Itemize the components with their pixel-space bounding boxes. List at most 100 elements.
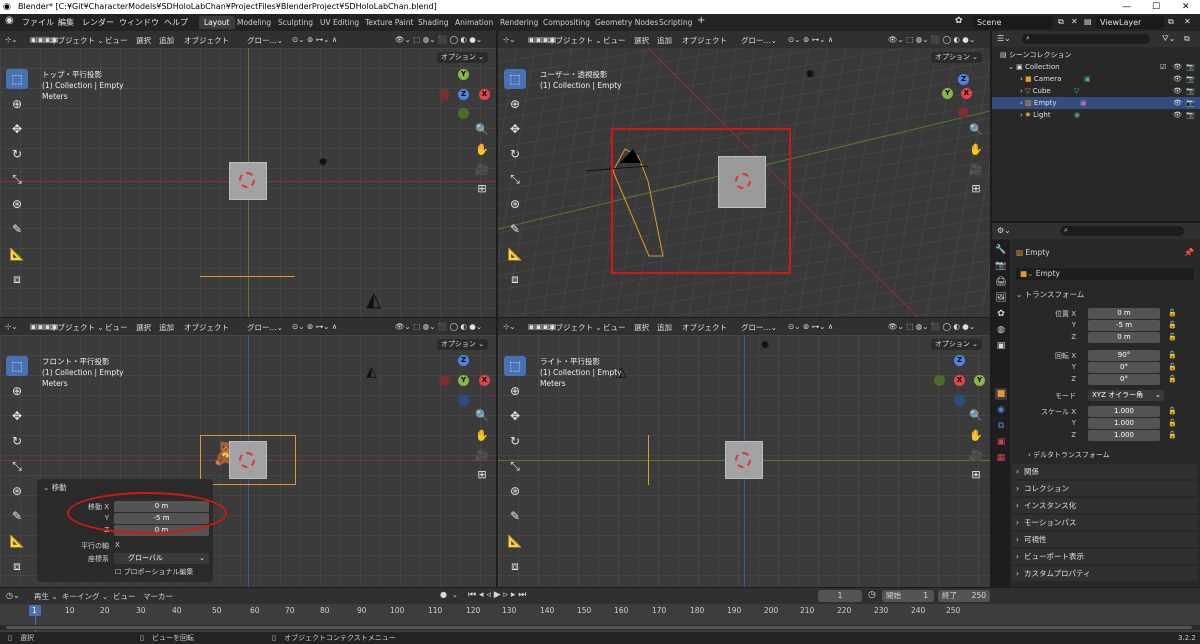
- mode-dropdown[interactable]: オブジェクト ⌄: [50, 35, 104, 46]
- camera-view-icon[interactable]: 🎥: [966, 446, 986, 466]
- scale-tool-icon[interactable]: ⤡: [6, 169, 28, 189]
- panel-custom-properties[interactable]: カスタムプロパティ: [1012, 566, 1198, 581]
- measure-tool-icon[interactable]: 📐: [504, 531, 526, 551]
- lock-icon[interactable]: 🔓: [1168, 419, 1177, 427]
- outliner-scene-collection[interactable]: ▤ シーンコレクション: [992, 49, 1200, 61]
- camera-view-icon[interactable]: 🎥: [472, 160, 492, 180]
- lock-icon[interactable]: 🔓: [1168, 321, 1177, 329]
- viewport-bottom-right[interactable]: ⊹⌄ ▣▣▣▣ オブジェクト ⌄ ビュー 選択 追加 オブジェクト グロー...…: [498, 318, 990, 587]
- menu-keying[interactable]: キーイング ⌄: [62, 591, 108, 602]
- tab-shading[interactable]: Shading: [413, 16, 453, 29]
- viewport-top-left[interactable]: ⊹⌄ ▣▣▣▣ オブジェクト ⌄ ビュー 選択 追加 オブジェクト グロー...…: [0, 31, 496, 317]
- menu-view[interactable]: ビュー: [113, 591, 136, 602]
- constraints-tab-icon[interactable]: ⧉: [995, 420, 1007, 432]
- transform-panel-header[interactable]: ⌄ トランスフォーム: [1016, 289, 1084, 300]
- rotate-tool-icon[interactable]: ↻: [504, 431, 526, 451]
- gizmo-x-axis[interactable]: X: [479, 375, 490, 386]
- lock-icon[interactable]: 🔓: [1168, 363, 1177, 371]
- shading-icons[interactable]: 👁⌄ ⬚ ◍⌄ ⬛ ◯ ◐ ●⌄: [395, 35, 482, 44]
- checkbox-icon[interactable]: ☑: [1160, 61, 1166, 73]
- camera-render-icon[interactable]: 📷: [1186, 109, 1195, 121]
- panel-viewport-display[interactable]: ビューポート表示: [1012, 549, 1198, 564]
- outliner-search-input[interactable]: ⌕: [1022, 34, 1150, 44]
- panel-instancing[interactable]: インスタンス化: [1012, 498, 1198, 513]
- transform-tool-icon[interactable]: ⊛: [6, 194, 28, 214]
- current-frame-field[interactable]: 1: [818, 590, 862, 602]
- menu-select[interactable]: 選択: [634, 322, 649, 333]
- measure-tool-icon[interactable]: 📐: [504, 244, 526, 264]
- camera-view-icon[interactable]: 🎥: [472, 446, 492, 466]
- rotation-mode-dropdown[interactable]: XYZ オイラー角 ⌄: [1088, 390, 1164, 401]
- maximize-icon[interactable]: ☐: [1152, 0, 1160, 14]
- menu-playback[interactable]: 再生 ⌄: [34, 591, 58, 602]
- output-tab-icon[interactable]: 🖨: [995, 276, 1007, 288]
- playback-controls-icons[interactable]: ⏮ ◂ ◃ ▶ ▹ ▸ ⏭: [468, 590, 526, 600]
- gizmo-neg-x[interactable]: [439, 89, 450, 100]
- menu-add[interactable]: 追加: [159, 322, 174, 333]
- panel-motion-paths[interactable]: モーションパス: [1012, 515, 1198, 530]
- viewlayer-selector[interactable]: ViewLayer: [1096, 16, 1164, 29]
- scale-tool-icon[interactable]: ⤡: [504, 456, 526, 476]
- properties-search-input[interactable]: ⌕: [1060, 226, 1184, 236]
- delta-transform-subpanel[interactable]: › デルタトランスフォーム: [1028, 450, 1110, 460]
- move-tool-icon[interactable]: ✥: [504, 119, 526, 139]
- zoom-icon[interactable]: 🔍: [966, 406, 986, 426]
- mode-dropdown[interactable]: オブジェクト ⌄: [548, 322, 602, 333]
- select-box-tool-icon[interactable]: ⬚: [6, 356, 28, 376]
- light-object-icon[interactable]: ✹: [318, 155, 328, 169]
- tab-compositing[interactable]: Compositing: [538, 16, 595, 29]
- add-cube-tool-icon[interactable]: ⧈: [504, 269, 526, 289]
- cursor-tool-icon[interactable]: ⊕: [504, 381, 526, 401]
- gizmo-neg-z[interactable]: [458, 395, 469, 406]
- eye-icon[interactable]: 👁: [1173, 61, 1182, 73]
- outliner-editor-icon[interactable]: ☰⌄: [997, 34, 1011, 43]
- tab-sculpting[interactable]: Sculpting: [273, 16, 318, 29]
- constraint-axis-value[interactable]: X: [115, 541, 120, 549]
- ortho-grid-icon[interactable]: ⊞: [472, 179, 492, 199]
- lock-icon[interactable]: 🔓: [1168, 431, 1177, 439]
- menu-marker[interactable]: マーカー: [143, 591, 173, 602]
- lock-icon[interactable]: 🔓: [1168, 407, 1177, 415]
- menu-render[interactable]: レンダー: [82, 17, 114, 28]
- annotate-tool-icon[interactable]: ✎: [504, 219, 526, 239]
- add-cube-tool-icon[interactable]: ⧈: [6, 556, 28, 576]
- tab-animation[interactable]: Animation: [450, 16, 498, 29]
- ortho-grid-icon[interactable]: ⊞: [966, 179, 986, 199]
- orientation-dropdown[interactable]: グローバル ⌄: [114, 553, 209, 564]
- options-button[interactable]: オプション ⌄: [436, 52, 488, 63]
- render-tab-icon[interactable]: 📷: [995, 260, 1007, 272]
- gizmo-x-axis[interactable]: X: [479, 89, 490, 100]
- scale-z-field[interactable]: 1.000: [1088, 430, 1160, 441]
- physics-tab-icon[interactable]: ◉: [995, 404, 1007, 416]
- measure-tool-icon[interactable]: 📐: [6, 531, 28, 551]
- scene-delete-icon[interactable]: ✕: [1071, 17, 1078, 26]
- proportional-edit-checkbox[interactable]: ☐ プロポーショナル編集: [115, 567, 193, 577]
- transform-orientation-dropdown[interactable]: グロー...⌄: [741, 322, 777, 333]
- scale-x-field[interactable]: 1.000: [1088, 406, 1160, 417]
- ortho-grid-icon[interactable]: ⊞: [966, 465, 986, 485]
- outliner-collection[interactable]: ⌄ ▣ Collection ☑ 👁 📷: [992, 61, 1200, 73]
- transform-tool-icon[interactable]: ⊛: [504, 194, 526, 214]
- gizmo-z-axis[interactable]: Z: [958, 74, 969, 85]
- scene-copy-icon[interactable]: ⧉: [1058, 17, 1064, 27]
- eye-icon[interactable]: 👁: [1173, 73, 1182, 85]
- gizmo-y-axis[interactable]: Y: [974, 375, 985, 386]
- rotation-z-field[interactable]: 0°: [1088, 374, 1160, 385]
- scene-selector[interactable]: Scene: [973, 16, 1053, 29]
- menu-object[interactable]: オブジェクト: [184, 322, 229, 333]
- rotation-x-field[interactable]: 90°: [1088, 350, 1160, 361]
- lock-icon[interactable]: 🔓: [1168, 309, 1177, 317]
- scale-tool-icon[interactable]: ⤡: [6, 456, 28, 476]
- menu-file[interactable]: ファイル: [22, 17, 54, 28]
- pivot-snap-icons[interactable]: ⊙⌄ ⊚ ⊶⌄ ∧: [292, 35, 337, 44]
- viewlayer-icon[interactable]: ▤: [1084, 17, 1092, 26]
- close-icon[interactable]: ✕: [1182, 0, 1190, 14]
- rotate-tool-icon[interactable]: ↻: [504, 144, 526, 164]
- panel-title[interactable]: ⌄ 移動: [43, 482, 67, 493]
- scrollbar-thumb[interactable]: [6, 626, 1192, 629]
- pivot-snap-icons[interactable]: ⊙⌄ ⊚ ⊶⌄ ∧: [788, 322, 833, 331]
- gizmo-neg-y[interactable]: [458, 108, 469, 119]
- timeline-body[interactable]: 1 10 20 30 40 50 60 70 80 90 100 110 120…: [0, 604, 1200, 632]
- pan-hand-icon[interactable]: ✋: [966, 426, 986, 446]
- lock-icon[interactable]: 🔓: [1168, 333, 1177, 341]
